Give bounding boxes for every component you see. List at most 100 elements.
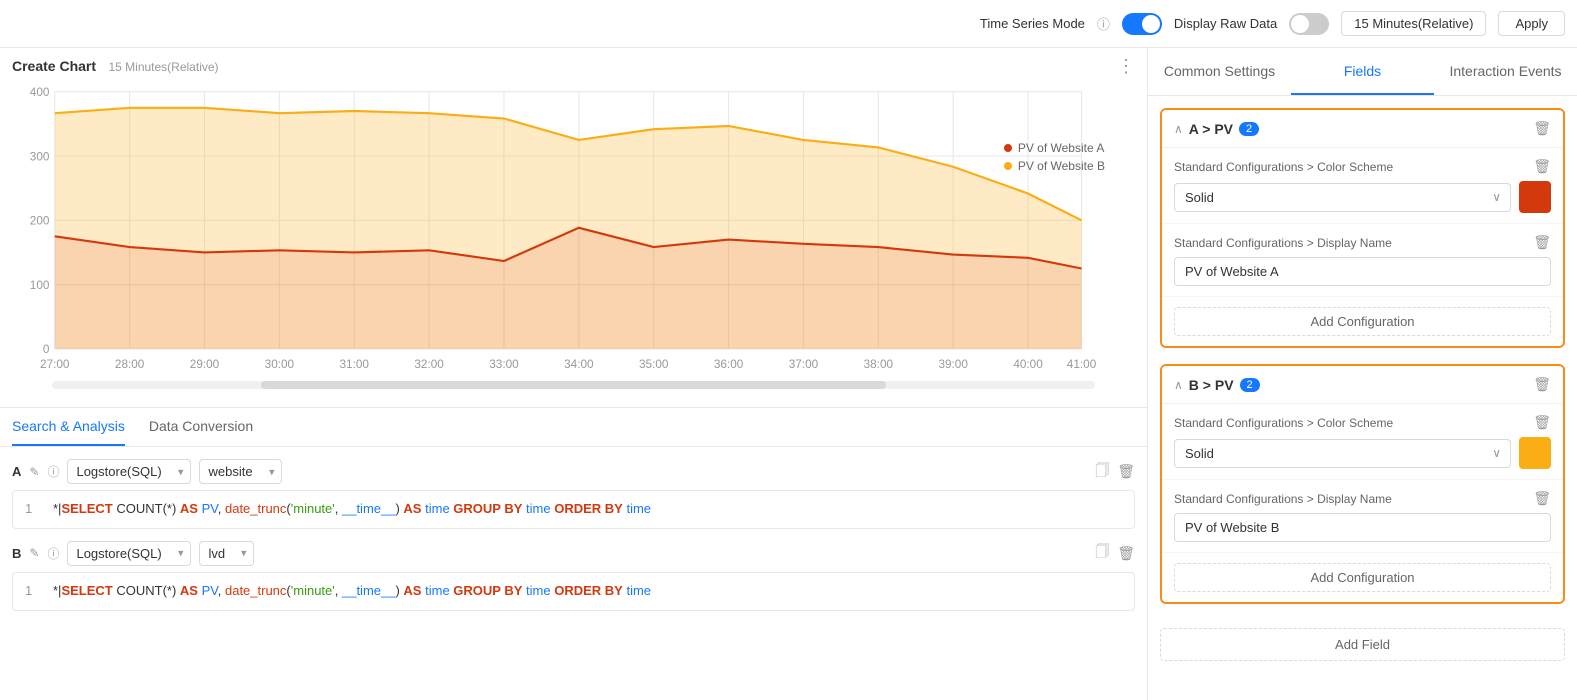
right-tabs: Common Settings Fields Interaction Event… <box>1148 48 1577 96</box>
color-swatch-b[interactable] <box>1519 437 1551 469</box>
svg-text:36:00: 36:00 <box>714 358 744 371</box>
right-content: ∧ A > PV 2 🗑 Standard Configurations > C… <box>1148 96 1577 700</box>
svg-text:27:00: 27:00 <box>40 358 70 371</box>
add-config-btn-b[interactable]: Add Configuration <box>1174 563 1551 592</box>
store-name-wrapper-a[interactable]: website <box>199 459 282 484</box>
svg-text:40:00: 40:00 <box>1013 358 1043 371</box>
config-select-wrapper-color-b: Solid <box>1174 439 1511 468</box>
config-display-name-a: Standard Configurations > Display Name 🗑 <box>1162 224 1563 297</box>
delete-btn-b[interactable]: 🗑 <box>1117 541 1135 565</box>
svg-text:33:00: 33:00 <box>489 358 519 371</box>
store-type-select-a[interactable]: Logstore(SQL) <box>67 459 191 484</box>
config-color-input-row-a: Solid <box>1174 181 1551 213</box>
legend-dot-b <box>1004 162 1012 170</box>
edit-icon-a[interactable]: ✎ <box>29 465 39 479</box>
config-display-name-b: Standard Configurations > Display Name 🗑 <box>1162 480 1563 553</box>
svg-text:200: 200 <box>30 215 50 228</box>
copy-btn-a[interactable]: 🗍 <box>1095 460 1109 484</box>
field-section-header-b: ∧ B > PV 2 🗑 <box>1162 366 1563 404</box>
svg-text:35:00: 35:00 <box>639 358 669 371</box>
collapse-btn-b[interactable]: ∧ <box>1174 378 1183 392</box>
store-name-select-b[interactable]: lvd <box>199 541 254 566</box>
legend-label-b: PV of Website B <box>1018 159 1105 173</box>
field-delete-btn-a[interactable]: 🗑 <box>1533 120 1551 137</box>
chart-svg: 400 300 200 100 0 <box>12 81 1135 381</box>
apply-button[interactable]: Apply <box>1498 11 1565 36</box>
config-color-label-b: Standard Configurations > Color Scheme 🗑 <box>1174 414 1551 431</box>
legend-item-b: PV of Website B <box>1004 159 1105 173</box>
svg-text:32:00: 32:00 <box>414 358 444 371</box>
code-block-b[interactable]: 1 *|SELECT COUNT(*) AS PV, date_trunc('m… <box>12 572 1135 611</box>
field-name-b: B > PV <box>1189 377 1234 393</box>
chart-menu-icon[interactable]: ⋮ <box>1117 56 1135 77</box>
chart-title-group: Create Chart 15 Minutes(Relative) <box>12 58 219 76</box>
chart-legend: PV of Website A PV of Website B <box>1004 141 1105 177</box>
config-color-text-a: Standard Configurations > Color Scheme <box>1174 160 1393 174</box>
store-type-wrapper-b[interactable]: Logstore(SQL) <box>67 541 191 566</box>
help-icon-b[interactable]: ⓘ <box>47 545 59 562</box>
store-type-select-b[interactable]: Logstore(SQL) <box>67 541 191 566</box>
color-swatch-a[interactable] <box>1519 181 1551 213</box>
field-badge-a: 2 <box>1239 122 1259 136</box>
field-section-a: ∧ A > PV 2 🗑 Standard Configurations > C… <box>1160 108 1565 348</box>
display-name-input-a[interactable] <box>1174 257 1551 286</box>
config-color-delete-b[interactable]: 🗑 <box>1533 414 1551 431</box>
query-header-b: B ✎ ⓘ Logstore(SQL) lvd <box>12 541 1135 566</box>
tab-data-conversion[interactable]: Data Conversion <box>149 408 253 446</box>
delete-btn-a[interactable]: 🗑 <box>1117 460 1135 484</box>
query-label-b: B <box>12 546 21 561</box>
legend-label-a: PV of Website A <box>1018 141 1105 155</box>
left-panel: Create Chart 15 Minutes(Relative) ⋮ 400 … <box>0 48 1147 700</box>
config-name-text-b: Standard Configurations > Display Name <box>1174 492 1392 506</box>
right-panel: Common Settings Fields Interaction Event… <box>1147 48 1577 700</box>
queries-area: A ✎ ⓘ Logstore(SQL) website <box>0 447 1147 700</box>
tab-search-analysis[interactable]: Search & Analysis <box>12 408 125 446</box>
help-icon-a[interactable]: ⓘ <box>47 463 59 480</box>
field-section-header-a: ∧ A > PV 2 🗑 <box>1162 110 1563 148</box>
config-name-delete-b[interactable]: 🗑 <box>1533 490 1551 507</box>
tab-common-settings[interactable]: Common Settings <box>1148 48 1291 95</box>
time-series-toggle[interactable] <box>1122 13 1162 35</box>
field-delete-btn-b[interactable]: 🗑 <box>1533 376 1551 393</box>
chart-title: Create Chart <box>12 58 96 74</box>
code-line-a: 1 *|SELECT COUNT(*) AS PV, date_trunc('m… <box>25 499 1122 520</box>
config-color-select-b[interactable]: Solid <box>1174 439 1511 468</box>
config-name-label-a: Standard Configurations > Display Name 🗑 <box>1174 234 1551 251</box>
store-name-select-a[interactable]: website <box>199 459 282 484</box>
svg-text:29:00: 29:00 <box>190 358 220 371</box>
display-raw-toggle[interactable] <box>1289 13 1329 35</box>
collapse-btn-a[interactable]: ∧ <box>1174 122 1183 136</box>
copy-btn-b[interactable]: 🗍 <box>1095 541 1109 565</box>
main-area: Create Chart 15 Minutes(Relative) ⋮ 400 … <box>0 48 1577 700</box>
time-range-button[interactable]: 15 Minutes(Relative) <box>1341 11 1486 36</box>
svg-text:38:00: 38:00 <box>864 358 894 371</box>
svg-text:34:00: 34:00 <box>564 358 594 371</box>
config-color-select-a[interactable]: Solid <box>1174 183 1511 212</box>
query-actions-b: 🗍 🗑 <box>1095 541 1135 565</box>
field-name-a: A > PV <box>1189 121 1233 137</box>
query-header-a: A ✎ ⓘ Logstore(SQL) website <box>12 459 1135 484</box>
edit-icon-b[interactable]: ✎ <box>29 546 39 560</box>
config-name-label-b: Standard Configurations > Display Name 🗑 <box>1174 490 1551 507</box>
store-type-wrapper-a[interactable]: Logstore(SQL) <box>67 459 191 484</box>
config-color-input-row-b: Solid <box>1174 437 1551 469</box>
add-config-btn-a[interactable]: Add Configuration <box>1174 307 1551 336</box>
add-field-button[interactable]: Add Field <box>1160 628 1565 661</box>
config-color-label-a: Standard Configurations > Color Scheme 🗑 <box>1174 158 1551 175</box>
field-badge-b: 2 <box>1240 378 1260 392</box>
code-block-a[interactable]: 1 *|SELECT COUNT(*) AS PV, date_trunc('m… <box>12 490 1135 529</box>
chart-canvas: 400 300 200 100 0 <box>12 81 1135 381</box>
tab-fields[interactable]: Fields <box>1291 48 1434 95</box>
chart-header: Create Chart 15 Minutes(Relative) ⋮ <box>12 56 1135 77</box>
top-bar: Time Series Mode ⓘ Display Raw Data 15 M… <box>0 0 1577 48</box>
tab-interaction-events[interactable]: Interaction Events <box>1434 48 1577 95</box>
chart-area: Create Chart 15 Minutes(Relative) ⋮ 400 … <box>0 48 1147 408</box>
svg-text:100: 100 <box>30 279 50 292</box>
config-color-delete-a[interactable]: 🗑 <box>1533 158 1551 175</box>
store-name-wrapper-b[interactable]: lvd <box>199 541 254 566</box>
config-color-scheme-a: Standard Configurations > Color Scheme 🗑… <box>1162 148 1563 224</box>
svg-text:28:00: 28:00 <box>115 358 145 371</box>
display-name-input-b[interactable] <box>1174 513 1551 542</box>
legend-item-a: PV of Website A <box>1004 141 1105 155</box>
config-name-delete-a[interactable]: 🗑 <box>1533 234 1551 251</box>
